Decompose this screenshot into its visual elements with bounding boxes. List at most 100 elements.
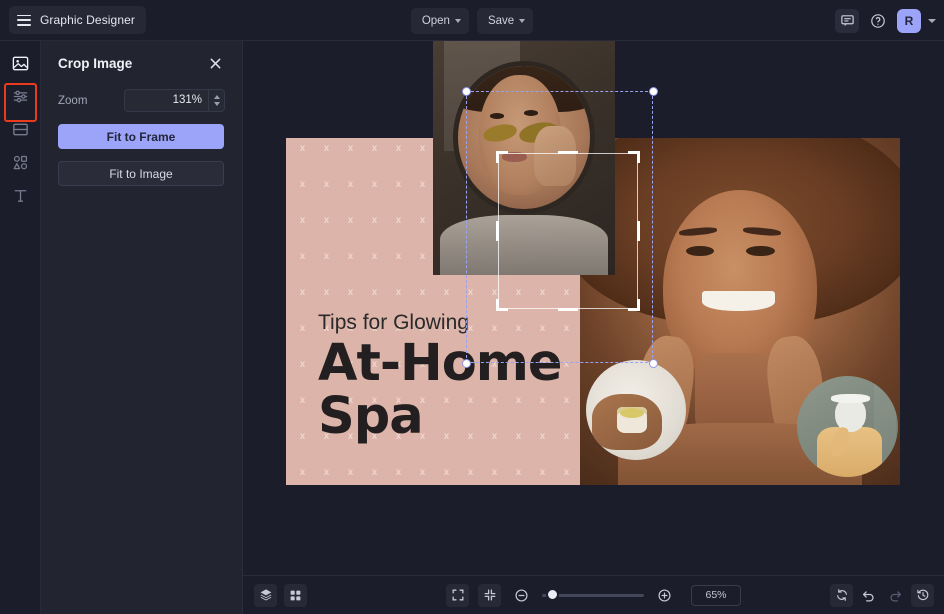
pattern-x-glyph: x (372, 180, 377, 190)
pattern-x-glyph: x (324, 252, 329, 262)
sidebar-item-image-tool[interactable] (0, 47, 41, 80)
pattern-x-glyph: x (324, 468, 329, 478)
crop-handle-bottom-right[interactable] (628, 299, 640, 311)
photo-robe (817, 427, 882, 478)
photo-hand-with-jar[interactable] (586, 360, 686, 460)
fit-screen-icon[interactable] (446, 584, 469, 607)
photo-face-mask-woman[interactable] (797, 376, 898, 477)
pattern-x-glyph: x (468, 468, 473, 478)
resize-handle-bottom-right[interactable] (649, 359, 658, 368)
crop-handle-bottom-left[interactable] (496, 299, 508, 311)
pattern-x-glyph: x (300, 216, 305, 226)
pattern-x-glyph: x (396, 216, 401, 226)
pattern-x-glyph: x (300, 288, 305, 298)
avatar-chevron-down-icon[interactable] (928, 19, 936, 23)
pattern-x-glyph: x (516, 468, 521, 478)
undo-icon[interactable] (857, 584, 880, 607)
fit-to-image-button[interactable]: Fit to Image (58, 161, 224, 186)
crop-handle-top[interactable] (558, 151, 578, 154)
pattern-x-glyph: x (396, 180, 401, 190)
zoom-input[interactable]: 131% (125, 90, 208, 111)
save-menu-button[interactable]: Save (477, 8, 533, 34)
pattern-x-glyph: x (348, 252, 353, 262)
pattern-x-glyph: x (420, 288, 425, 298)
chevron-up-icon[interactable] (214, 95, 220, 99)
pattern-x-glyph: x (372, 216, 377, 226)
resize-handle-top-left[interactable] (462, 87, 471, 96)
chevron-down-icon (519, 19, 525, 23)
poster-headline-line2: Spa (318, 392, 561, 441)
crop-handle-top-left[interactable] (496, 151, 508, 163)
sidebar-item-text-tool[interactable] (0, 179, 41, 212)
save-menu-label: Save (488, 15, 514, 27)
pattern-x-glyph: x (396, 468, 401, 478)
pattern-x-glyph: x (420, 144, 425, 154)
pattern-x-glyph: x (420, 216, 425, 226)
fit-to-frame-button[interactable]: Fit to Frame (58, 124, 224, 149)
page-title: Crop Image (58, 56, 132, 71)
pattern-x-glyph: x (300, 432, 305, 442)
app-root: Graphic Designer Open Save (0, 0, 944, 614)
bottom-toolbar: 65% (243, 575, 944, 614)
app-title: Graphic Designer (40, 13, 135, 27)
pattern-x-glyph: x (444, 288, 449, 298)
pattern-x-glyph: x (564, 432, 569, 442)
zoom-slider[interactable] (542, 594, 644, 597)
chevron-down-icon[interactable] (214, 102, 220, 106)
pattern-x-glyph: x (300, 468, 305, 478)
hamburger-icon (17, 15, 31, 26)
chevron-down-icon (455, 19, 461, 23)
zoom-stepper-arrows[interactable] (208, 90, 224, 111)
refresh-icon[interactable] (830, 584, 853, 607)
pattern-x-glyph: x (324, 144, 329, 154)
open-menu-label: Open (422, 15, 450, 27)
sidebar-item-frame-tool[interactable] (0, 113, 41, 146)
crop-handle-left[interactable] (496, 221, 499, 241)
resize-handle-top-right[interactable] (649, 87, 658, 96)
zoom-slider-handle[interactable] (546, 588, 559, 601)
zoom-level-display[interactable]: 65% (691, 585, 741, 606)
crop-handle-bottom[interactable] (558, 308, 578, 311)
history-icon[interactable] (911, 584, 934, 607)
resize-handle-bottom-left[interactable] (462, 359, 471, 368)
fit-selection-icon[interactable] (478, 584, 501, 607)
pattern-x-glyph: x (396, 144, 401, 154)
pattern-x-glyph: x (564, 396, 569, 406)
pattern-x-glyph: x (348, 180, 353, 190)
crop-region[interactable] (498, 153, 638, 309)
avatar[interactable]: R (897, 9, 921, 33)
sidebar-item-shapes-tool[interactable] (0, 146, 41, 179)
pattern-x-glyph: x (396, 252, 401, 262)
comment-icon[interactable] (835, 9, 859, 33)
zoom-out-icon[interactable] (510, 584, 533, 607)
photo-teeth (702, 291, 776, 312)
help-icon[interactable] (866, 9, 890, 33)
zoom-stepper[interactable]: 131% (124, 89, 225, 112)
pattern-x-glyph: x (324, 288, 329, 298)
photo-headband (831, 394, 869, 403)
pattern-x-glyph: x (444, 468, 449, 478)
bottom-right-actions (830, 584, 934, 607)
pattern-x-glyph: x (564, 468, 569, 478)
close-icon[interactable] (205, 53, 225, 73)
zoom-label: Zoom (58, 95, 87, 107)
tool-rail (0, 41, 41, 614)
pattern-x-glyph: x (300, 360, 305, 370)
redo-icon[interactable] (884, 584, 907, 607)
pattern-x-glyph: x (300, 252, 305, 262)
panel-header: Crop Image (58, 41, 225, 85)
pattern-x-glyph: x (492, 468, 497, 478)
app-menu-button[interactable]: Graphic Designer (9, 6, 146, 34)
pattern-x-glyph: x (324, 180, 329, 190)
pattern-x-glyph: x (420, 252, 425, 262)
pattern-x-glyph: x (300, 396, 305, 406)
crop-handle-right[interactable] (637, 221, 640, 241)
open-menu-button[interactable]: Open (411, 8, 469, 34)
crop-handle-top-right[interactable] (628, 151, 640, 163)
sidebar-item-adjust-tool[interactable] (0, 80, 41, 113)
canvas-stage[interactable]: xxxxxxxxxxxxxxxxxxxxxxxxxxxxxxxxxxxxxxxx… (243, 41, 944, 575)
pattern-x-glyph: x (300, 324, 305, 334)
zoom-in-icon[interactable] (653, 584, 676, 607)
pattern-x-glyph: x (348, 216, 353, 226)
zoom-row: Zoom 131% (58, 89, 225, 112)
